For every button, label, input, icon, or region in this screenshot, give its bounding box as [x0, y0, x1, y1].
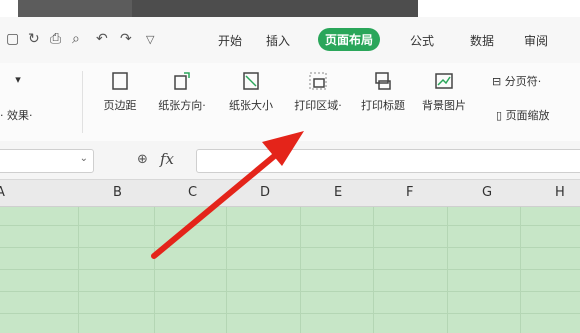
arrow-shaft: [151, 145, 287, 259]
annotation-arrow: [151, 131, 304, 259]
